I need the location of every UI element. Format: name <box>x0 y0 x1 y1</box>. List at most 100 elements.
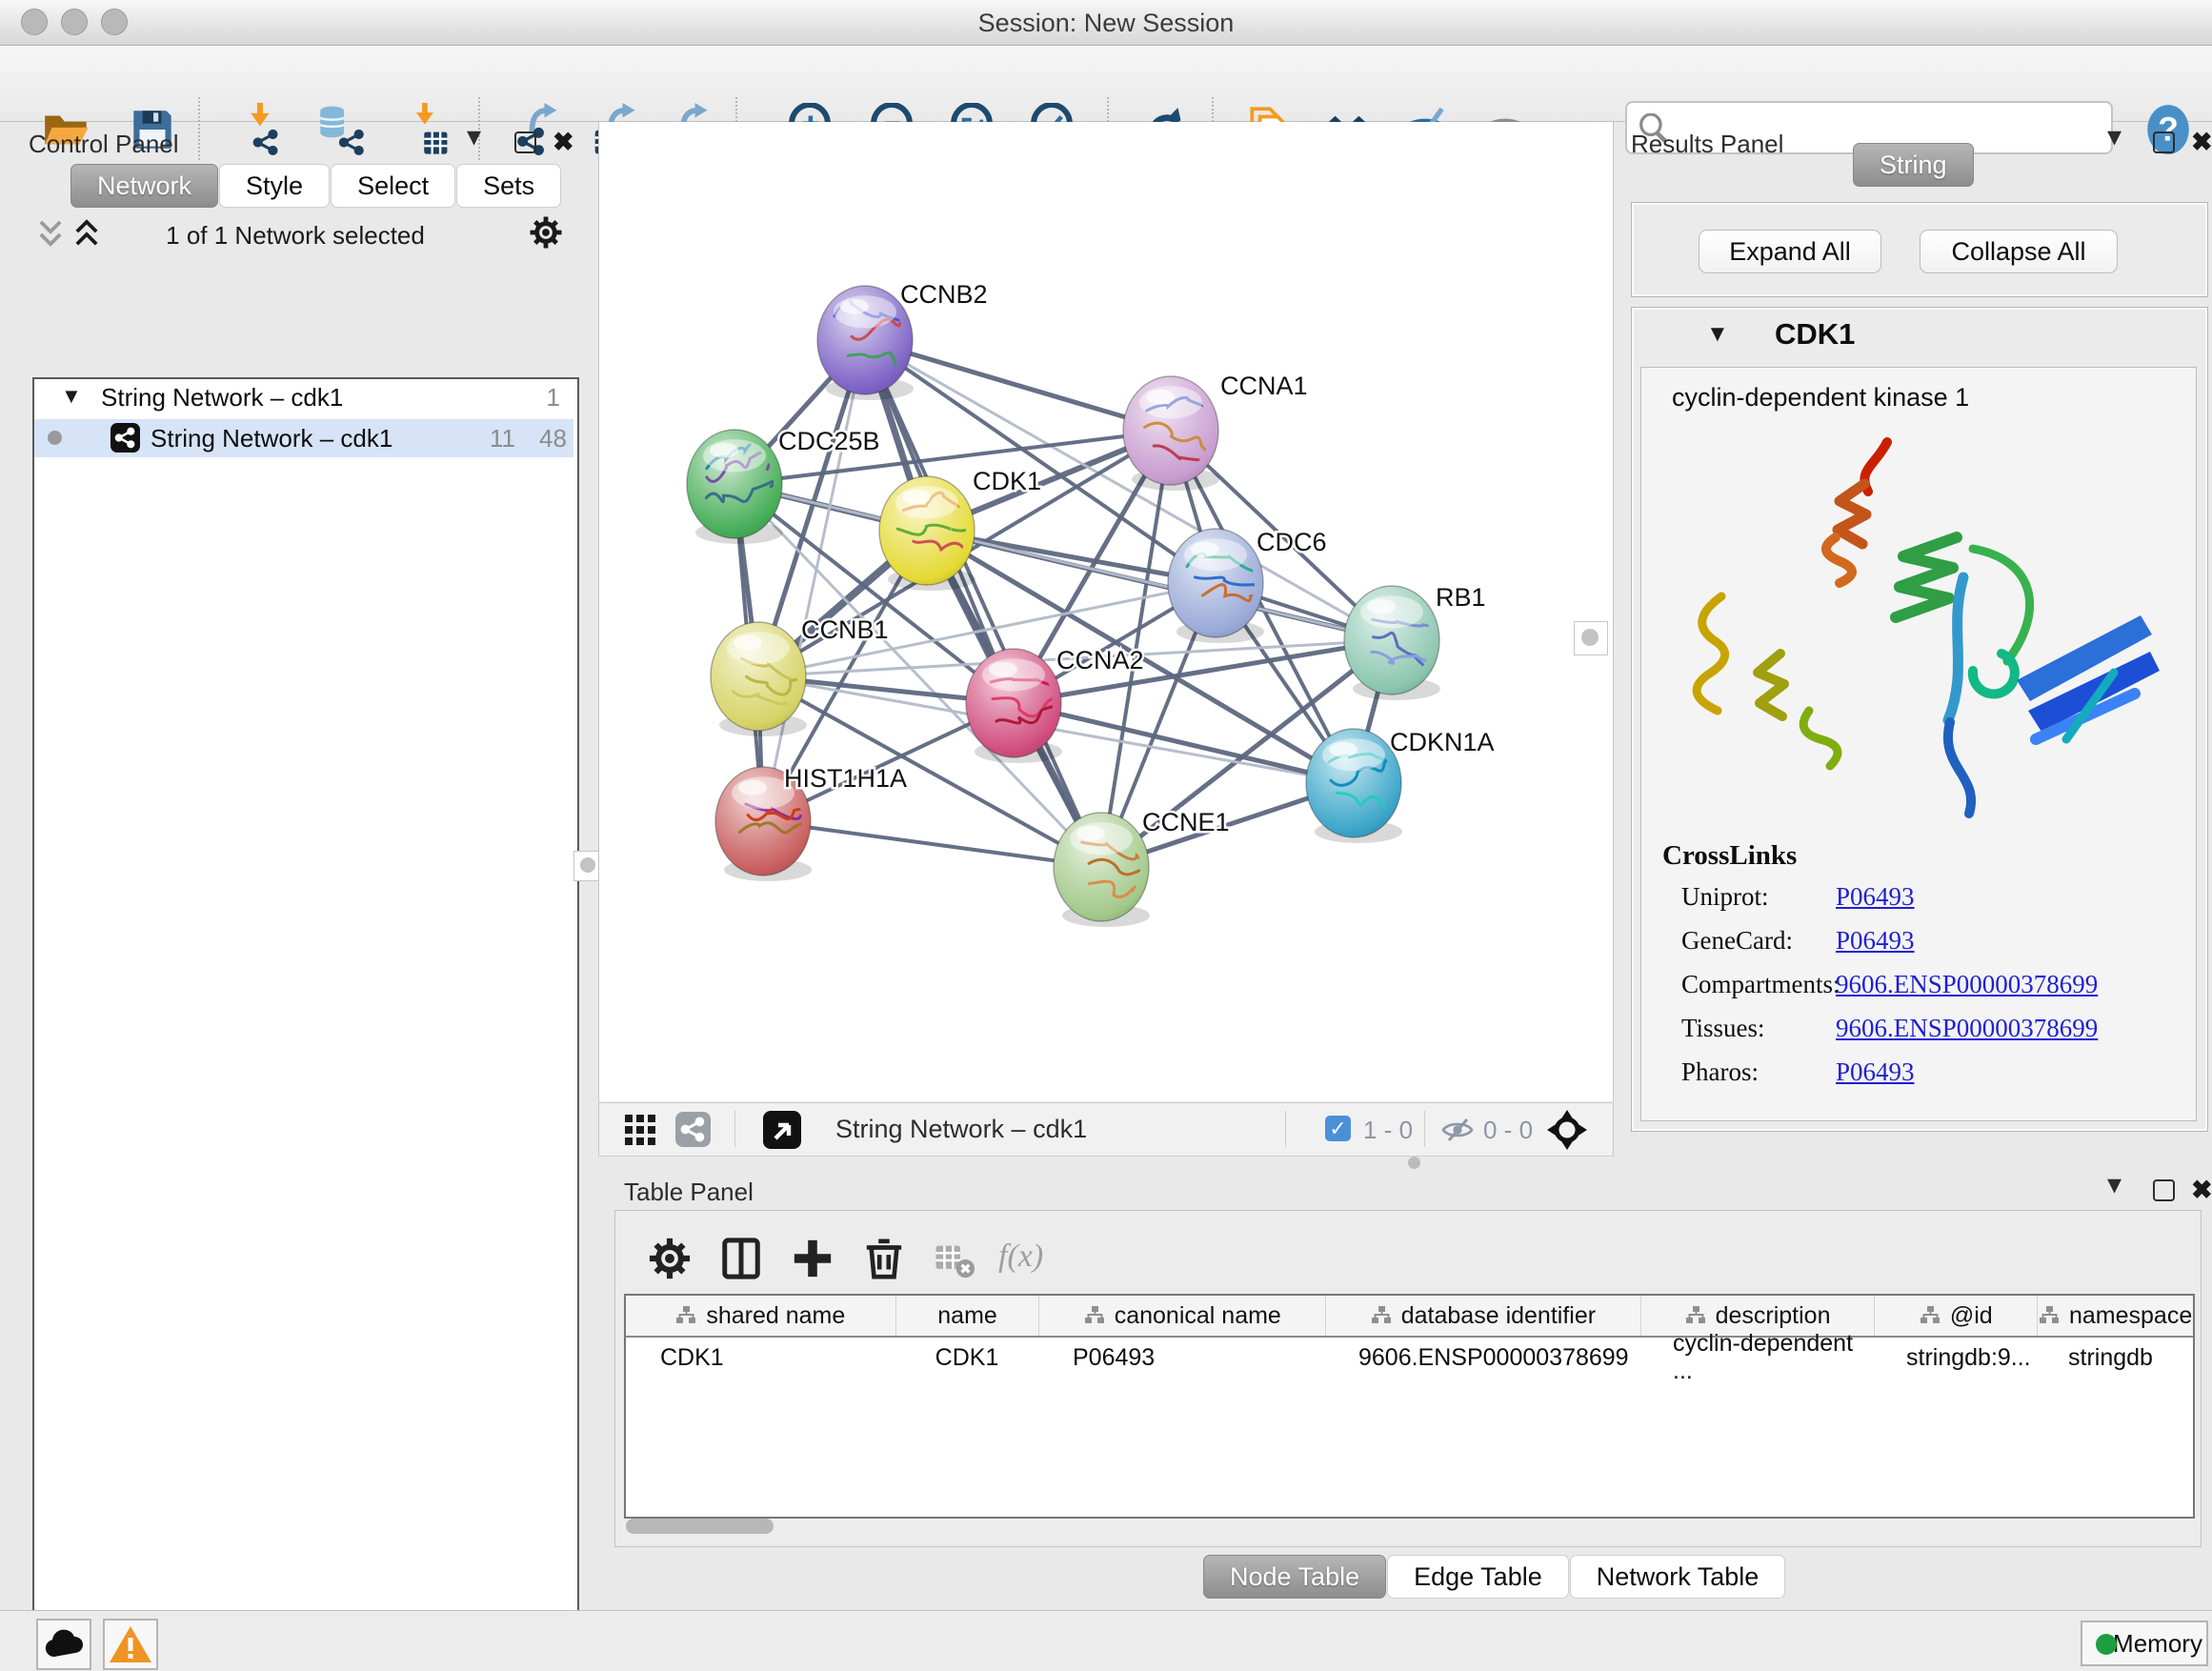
column-header[interactable]: shared name <box>626 1296 896 1336</box>
crosslink-label: GeneCard: <box>1681 926 1793 955</box>
crosslink-label: Compartments: <box>1681 970 1840 998</box>
crosslinks-title: CrossLinks <box>1662 840 1797 872</box>
tab-style[interactable]: Style <box>219 164 330 208</box>
crosslink-pharos-link[interactable]: P06493 <box>1836 1057 1915 1087</box>
network-selection-status: 1 of 1 Network selected <box>10 221 581 251</box>
memory-button[interactable]: Memory <box>2081 1621 2208 1666</box>
tree-network-label: String Network – cdk1 <box>151 424 392 453</box>
title-bar: Session: New Session <box>0 0 2212 46</box>
network-tree-selected-row[interactable]: String Network – cdk1 11 48 <box>34 419 573 457</box>
table-settings-gear-icon[interactable] <box>648 1237 692 1280</box>
network-edge-CCNB2-HIST1H1A[interactable] <box>763 340 865 821</box>
results-panel-float-icon[interactable] <box>2153 131 2175 153</box>
network-view-toolbar: String Network – cdk1 ✓ 1 - 0 0 - 0 <box>598 1102 1614 1157</box>
control-panel-close-icon[interactable]: ✖ <box>553 131 574 152</box>
network-tree-root-row[interactable]: ▼ String Network – cdk1 1 <box>34 379 573 417</box>
network-node-HIST1H1A[interactable]: HIST1H1A <box>715 764 907 881</box>
bottom-splitter-handle[interactable] <box>1408 1157 1420 1169</box>
tab-sets[interactable]: Sets <box>456 164 561 208</box>
crosslink-compartments-link[interactable]: 9606.ENSP00000378699 <box>1836 970 2098 999</box>
node-table-header: shared name name canonical name database… <box>626 1296 2193 1338</box>
node-label-RB1: RB1 <box>1436 583 1486 612</box>
table-panel-float-icon[interactable] <box>2153 1179 2175 1201</box>
protein-details: cyclin-dependent kinase 1 CrossLinks <box>1640 367 2197 1121</box>
netbar-separator <box>1285 1111 1286 1147</box>
tree-root-label: String Network – cdk1 <box>101 383 343 413</box>
tab-edge-table[interactable]: Edge Table <box>1387 1555 1569 1599</box>
network-tree: ▼ String Network – cdk1 1 String Network… <box>32 377 579 1671</box>
main-toolbar: ? <box>0 46 2212 122</box>
cell-shared-name[interactable]: CDK1 <box>626 1344 895 1372</box>
column-header[interactable]: @id <box>1875 1296 2038 1336</box>
node-label-CDKN1A: CDKN1A <box>1390 728 1495 756</box>
crosslink-genecard-link[interactable]: P06493 <box>1836 926 1915 956</box>
column-header[interactable]: database identifier <box>1326 1296 1641 1336</box>
control-panel-float-icon[interactable] <box>514 131 536 153</box>
node-label-CCNB1: CCNB1 <box>801 615 889 644</box>
crosslink-uniprot-link[interactable]: P06493 <box>1836 882 1915 912</box>
network-node-CCNB2[interactable]: CCNB2 <box>817 280 988 400</box>
network-node-CDC6[interactable]: CDC6 <box>1168 528 1327 643</box>
node-label-CDC6: CDC6 <box>1257 528 1327 556</box>
cell-canonical-name[interactable]: P06493 <box>1038 1344 1324 1372</box>
crosslink-label: Uniprot: <box>1681 882 1769 911</box>
table-panel-collapse-icon[interactable]: ▾ <box>2107 1176 2122 1195</box>
tab-network-table[interactable]: Network Table <box>1570 1555 1786 1599</box>
cell-namespace[interactable]: stringdb <box>2034 1344 2189 1372</box>
warnings-icon[interactable] <box>103 1619 158 1670</box>
birdseye-view-icon[interactable] <box>763 1111 801 1149</box>
grid-view-icon[interactable] <box>624 1114 656 1151</box>
results-panel-collapse-icon[interactable]: ▾ <box>2107 128 2122 147</box>
control-panel-collapse-icon[interactable]: ▾ <box>467 128 481 147</box>
table-horizontal-scrollbar[interactable] <box>626 1519 774 1534</box>
network-node-RB1[interactable]: RB1 <box>1344 583 1486 700</box>
move-network-icon[interactable] <box>1546 1109 1588 1156</box>
window-title: Session: New Session <box>0 9 2212 38</box>
column-header[interactable]: namespace <box>2038 1296 2193 1336</box>
network-edge-HIST1H1A-CCNE1[interactable] <box>763 821 1101 867</box>
hidden-count-eye-icon[interactable] <box>1441 1117 1474 1147</box>
selected-count-checkbox[interactable]: ✓ <box>1325 1116 1351 1141</box>
tab-network[interactable]: Network <box>70 164 218 208</box>
delete-column-icon[interactable] <box>862 1237 906 1280</box>
network-graph[interactable]: CCNB2CCNA1CDC25BCDK1CDC6RB1CCNB1CCNA2CDK… <box>599 122 1613 1101</box>
cell-id[interactable]: stringdb:9... <box>1872 1344 2034 1372</box>
tab-select[interactable]: Select <box>331 164 455 208</box>
tab-node-table[interactable]: Node Table <box>1203 1555 1386 1599</box>
node-label-CCNE1: CCNE1 <box>1142 808 1230 836</box>
results-actions-box: Expand All Collapse All <box>1631 202 2208 297</box>
column-header[interactable]: canonical name <box>1039 1296 1326 1336</box>
network-edge-CCNA2-CDKN1A[interactable] <box>1014 703 1354 783</box>
network-node-CDKN1A[interactable]: CDKN1A <box>1306 728 1495 843</box>
netbar-separator <box>734 1111 735 1147</box>
netbar-separator <box>1424 1111 1425 1147</box>
table-row[interactable]: CDK1 CDK1 P06493 9606.ENSP00000378699 cy… <box>626 1338 2193 1378</box>
network-status-dot-icon <box>48 431 62 445</box>
show-columns-icon[interactable] <box>719 1237 763 1280</box>
column-header[interactable]: name <box>896 1296 1040 1336</box>
network-node-CCNB1[interactable]: CCNB1 <box>711 615 889 736</box>
crosslink-tissues-link[interactable]: 9606.ENSP00000378699 <box>1836 1014 2098 1043</box>
table-panel-close-icon[interactable]: ✖ <box>2191 1179 2212 1200</box>
results-panel-close-icon[interactable]: ✖ <box>2191 131 2212 152</box>
status-bar: Memory <box>0 1610 2212 1671</box>
protein-collapse-icon[interactable]: ▼ <box>1706 321 1729 348</box>
cell-database-identifier[interactable]: 9606.ENSP00000378699 <box>1324 1344 1639 1372</box>
network-node-CDK1[interactable]: CDK1 <box>879 467 1041 591</box>
collapse-all-button[interactable]: Collapse All <box>1920 230 2118 273</box>
tab-string-results[interactable]: String <box>1853 143 1974 187</box>
cell-description[interactable]: cyclin-dependent ... <box>1639 1330 1872 1385</box>
expand-all-button[interactable]: Expand All <box>1699 230 1881 273</box>
right-splitter-handle[interactable] <box>1574 621 1608 655</box>
tree-expander-icon[interactable]: ▼ <box>61 384 82 409</box>
control-panel-title: Control Panel <box>29 130 179 159</box>
cell-name[interactable]: CDK1 <box>895 1344 1038 1372</box>
add-column-icon[interactable] <box>791 1237 835 1280</box>
string-view-icon[interactable] <box>675 1112 711 1147</box>
network-node-CCNA2[interactable]: CCNA2 <box>966 646 1144 763</box>
network-panel-gear-icon[interactable] <box>529 215 563 254</box>
network-canvas[interactable]: CCNB2CCNA1CDC25BCDK1CDC6RB1CCNB1CCNA2CDK… <box>598 122 1614 1101</box>
cloud-status-icon[interactable] <box>36 1619 91 1670</box>
network-node-CCNE1[interactable]: CCNE1 <box>1054 808 1230 927</box>
network-node-CDC25B[interactable]: CDC25B <box>687 427 880 544</box>
